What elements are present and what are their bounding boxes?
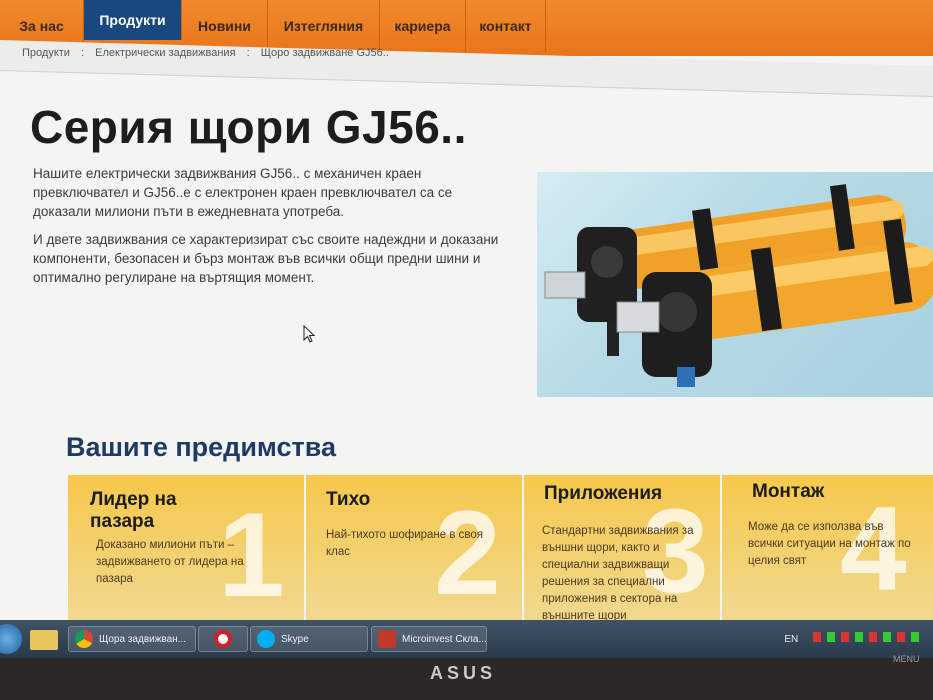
breadcrumb-current: Щоро задвижване GJ56..: [260, 47, 389, 59]
opera-icon: [214, 630, 232, 648]
taskbar-item-label: Skype: [281, 633, 309, 645]
taskbar-item-chrome[interactable]: Щора задвижван...: [68, 626, 196, 652]
card-text: Най-тихото шофиране в своя клас: [326, 529, 484, 558]
card-title: Тихо: [326, 489, 371, 510]
card-text: Може да се използва във всички ситуации …: [748, 521, 911, 567]
taskbar-item-label: Щора задвижван...: [99, 633, 187, 645]
browser-viewport: За нас Продукти Новини Изтегляния кариер…: [0, 0, 933, 655]
nav-tab-careers[interactable]: кариера: [380, 0, 466, 52]
page-title: Серия щори GJ56..: [30, 101, 467, 153]
language-indicator[interactable]: EN: [784, 634, 798, 645]
advantage-card-4: 4 Монтаж Може да се използва във всички …: [722, 475, 933, 625]
taskbar-item-opera[interactable]: [198, 626, 248, 652]
card-text: Стандартни задвижвания за външни щори, к…: [542, 525, 694, 622]
taskbar-item-microinvest[interactable]: Microinvest Скла...: [371, 626, 487, 652]
breadcrumb-separator: :: [81, 47, 85, 59]
card-text: Доказано милиони пъти – задвижването от …: [96, 539, 244, 585]
advantage-card-1: 1 Лидер на пазара Доказано милиони пъти …: [68, 475, 304, 625]
card-title: Лидер на пазара: [90, 489, 177, 532]
monitor-brand-logo: ASUS: [430, 663, 497, 683]
nav-tab-contact[interactable]: контакт: [466, 0, 546, 52]
breadcrumb-separator: :: [246, 47, 250, 59]
taskbar: Щора задвижван... Skype Microinvest Скла…: [0, 620, 933, 658]
nav-tab-news[interactable]: Новини: [182, 0, 268, 52]
card-title: Монтаж: [752, 481, 825, 502]
mouse-cursor-icon: [303, 325, 316, 343]
breadcrumb: Продукти : Електрически задвижвания : Що…: [22, 47, 397, 59]
advantages-heading: Вашите предимства: [66, 432, 337, 462]
breadcrumb-link-electric-drives[interactable]: Електрически задвижвания: [95, 47, 235, 59]
intro-paragraph-1: Нашите електрически задвижвания GJ56.. с…: [33, 166, 453, 219]
advantage-card-3: 3 Приложения Стандартни задвижвания за в…: [524, 475, 720, 625]
taskbar-item-skype[interactable]: Skype: [250, 626, 368, 652]
explorer-icon[interactable]: [30, 630, 58, 650]
tray-icons[interactable]: [813, 632, 923, 642]
advantage-card-2: 2 Тихо Най-тихото шофиране в своя клас: [306, 475, 522, 625]
monitor-menu-label: MENU: [893, 654, 920, 664]
intro-paragraph-2: И двете задвижвания се характеризират съ…: [33, 232, 499, 285]
nav-tab-downloads[interactable]: Изтегляния: [268, 0, 380, 52]
microinvest-icon: [378, 630, 396, 648]
breadcrumb-link-products[interactable]: Продукти: [22, 47, 70, 59]
taskbar-item-label: Microinvest Скла...: [402, 633, 487, 645]
card-title: Приложения: [544, 483, 663, 504]
chrome-icon: [75, 630, 93, 648]
product-photo: [537, 172, 933, 397]
skype-icon: [257, 630, 275, 648]
start-button[interactable]: [0, 624, 22, 654]
system-tray: EN: [784, 632, 923, 645]
nav-tab-products[interactable]: Продукти: [84, 0, 182, 40]
